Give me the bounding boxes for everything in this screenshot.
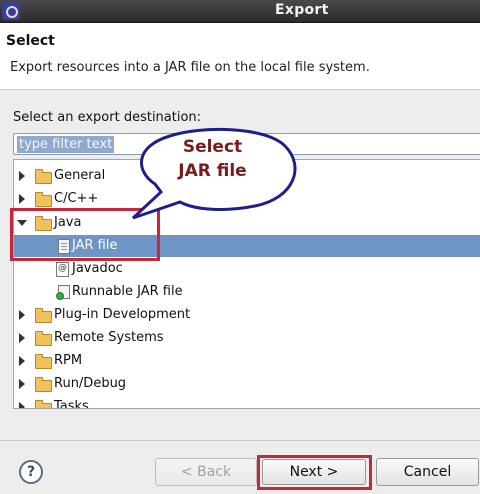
tree-item-label: C/C++: [54, 191, 99, 206]
tree-item-tasks[interactable]: Tasks: [14, 396, 480, 409]
back-button[interactable]: < Back: [155, 458, 257, 486]
folder-icon: [35, 377, 52, 392]
expand-arrow-icon[interactable]: [19, 171, 25, 181]
jar-file-icon: [58, 239, 70, 254]
button-bar-separator: [0, 440, 480, 441]
expand-arrow-icon[interactable]: [19, 333, 25, 343]
eclipse-app-icon[interactable]: [2, 2, 20, 20]
tree-item-label: Runnable JAR file: [72, 284, 183, 299]
wizard-header: Select Export resources into a JAR file …: [0, 23, 480, 90]
title-bar: Export: [0, 0, 480, 23]
tree-item-javadoc[interactable]: @ Javadoc: [14, 258, 480, 280]
window-title: Export: [275, 2, 329, 18]
folder-icon: [35, 354, 52, 369]
folder-icon: [35, 169, 52, 184]
page-description: Export resources into a JAR file on the …: [10, 60, 370, 75]
expand-arrow-icon[interactable]: [19, 356, 25, 366]
destination-label: Select an export destination:: [13, 110, 202, 125]
tree-item-plugin-development[interactable]: Plug-in Development: [14, 304, 480, 326]
callout-line-2: JAR file: [178, 161, 247, 181]
tree-item-label: Java: [54, 215, 82, 230]
tree-item-label: Tasks: [54, 399, 89, 409]
tree-item-label: Remote Systems: [54, 330, 164, 345]
tree-item-rpm[interactable]: RPM: [14, 350, 480, 372]
expand-arrow-icon[interactable]: [19, 310, 25, 320]
tree-item-label: RPM: [54, 353, 83, 368]
filter-text: type filter text: [17, 136, 115, 153]
folder-icon: [35, 308, 52, 323]
folder-icon: [35, 192, 52, 207]
javadoc-icon: @: [56, 262, 69, 277]
expand-arrow-icon[interactable]: [19, 194, 25, 204]
folder-icon: [35, 400, 52, 408]
cancel-button[interactable]: Cancel: [376, 458, 479, 486]
page-title: Select: [6, 33, 55, 49]
tree-item-label: Run/Debug: [54, 376, 127, 391]
tree-item-label: JAR file: [72, 238, 118, 253]
tree-item-run-debug[interactable]: Run/Debug: [14, 373, 480, 395]
next-button[interactable]: Next >: [262, 459, 366, 485]
folder-icon: [35, 331, 52, 346]
runnable-jar-icon: [56, 285, 70, 300]
tree-item-label: Plug-in Development: [54, 307, 191, 322]
callout-text: Select JAR file: [150, 135, 275, 183]
tree-item-jar-file[interactable]: JAR file: [14, 235, 480, 257]
tree-item-remote-systems[interactable]: Remote Systems: [14, 327, 480, 349]
tree-item-runnable-jar[interactable]: Runnable JAR file: [14, 281, 480, 303]
tree-item-label: Javadoc: [72, 261, 123, 276]
expand-arrow-icon[interactable]: [19, 379, 25, 389]
help-button[interactable]: ?: [19, 460, 43, 484]
tree-item-label: General: [54, 168, 106, 183]
expand-arrow-icon[interactable]: [19, 402, 25, 408]
collapse-arrow-icon[interactable]: [17, 220, 27, 226]
callout-line-1: Select: [182, 137, 243, 157]
folder-icon: [35, 216, 52, 231]
